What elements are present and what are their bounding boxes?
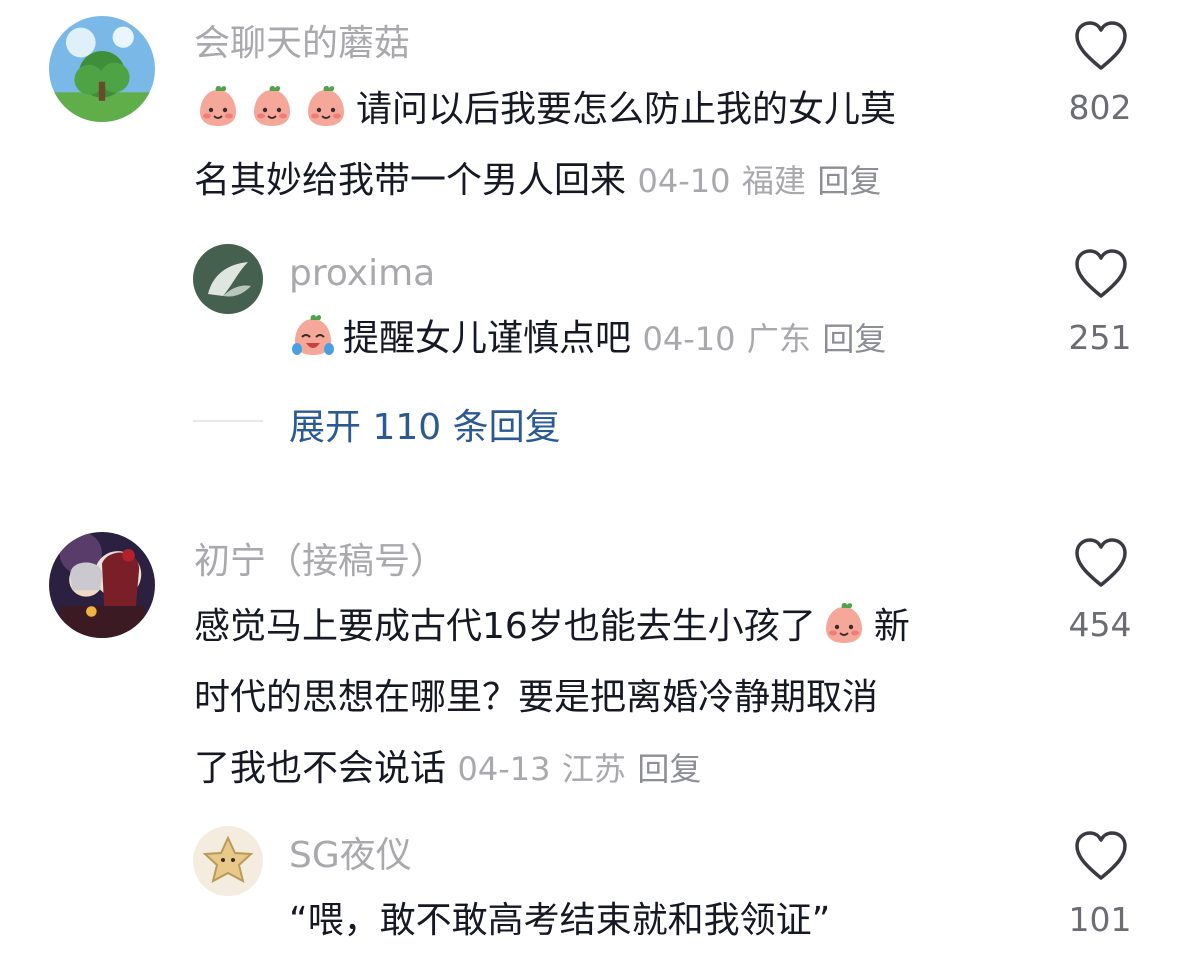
reply-text: “喂，敢不敢高考结束就和我领证”	[289, 900, 831, 941]
avatar[interactable]	[193, 826, 263, 896]
heart-outline-icon[interactable]	[1073, 20, 1129, 72]
avatar[interactable]	[193, 244, 263, 314]
heart-outline-icon[interactable]	[1073, 248, 1129, 300]
reply-button[interactable]: 回复	[817, 162, 881, 200]
like-count: 251	[1068, 318, 1132, 357]
peach-smile-emoji	[248, 82, 296, 130]
comment-location: 福建	[741, 162, 806, 200]
peach-crying-laugh-emoji	[289, 311, 337, 359]
comment-text: 请问以后我要怎么防止我的女儿莫 名其妙给我带一个男人回来 04-10 福建 回复	[194, 74, 896, 217]
heart-outline-icon[interactable]	[1073, 537, 1129, 589]
comment-line: 请问以后我要怎么防止我的女儿莫	[194, 74, 896, 145]
peach-smile-emoji	[194, 82, 242, 130]
reply-button[interactable]: 回复	[822, 320, 886, 358]
heart-outline-icon[interactable]	[1073, 830, 1129, 882]
comment-location: 江苏	[561, 750, 626, 788]
peach-smile-emoji	[820, 599, 868, 647]
reply-date: 04-10	[642, 320, 736, 358]
comment-date: 04-13	[457, 750, 551, 788]
reply-username[interactable]: proxima	[289, 252, 435, 296]
comment-text: 感觉马上要成古代16岁也能去生小孩了新 时代的思想在哪里？要是把离婚冷静期取消 …	[194, 591, 910, 805]
like-count: 101	[1068, 900, 1132, 939]
like-count: 454	[1068, 605, 1132, 644]
comment-username[interactable]: 初宁（接稿号）	[194, 540, 446, 584]
reply-username[interactable]: SG夜仪	[289, 834, 412, 878]
comment-date: 04-10	[637, 162, 731, 200]
divider	[193, 420, 263, 422]
reply-location: 广东	[746, 320, 811, 358]
peach-smile-emoji	[302, 82, 350, 130]
avatar[interactable]	[49, 532, 155, 638]
comment-username[interactable]: 会聊天的蘑菇	[194, 22, 410, 66]
avatar[interactable]	[49, 16, 155, 122]
comment-line: 名其妙给我带一个男人回来 04-10 福建 回复	[194, 160, 882, 201]
like-count: 802	[1068, 88, 1132, 127]
reply-button[interactable]: 回复	[637, 750, 701, 788]
reply-text: 提醒女儿谨慎点吧 04-10 广东 回复	[289, 303, 886, 375]
expand-replies-button[interactable]: 展开 110 条回复	[289, 398, 561, 450]
